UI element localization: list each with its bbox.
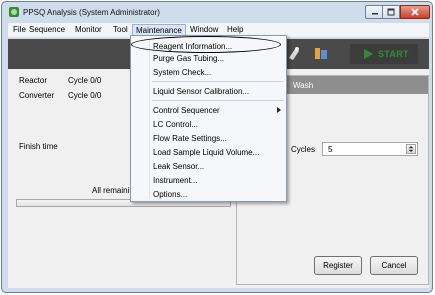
app-icon [9,7,19,17]
start-button[interactable]: START [350,44,418,64]
remaining-label: All remainin [92,186,134,195]
reactor-label: Reactor [19,76,48,85]
menu-file[interactable]: File [13,25,26,34]
menu-sequence[interactable]: Sequence [29,25,65,34]
close-button[interactable] [400,5,430,19]
menu-tool[interactable]: Tool [113,25,128,34]
menu-leak-sensor[interactable]: Leak Sensor... [153,162,204,171]
menu-purge-gas-tubing[interactable]: Purge Gas Tubing... [153,54,224,63]
menu-gutter [149,38,150,199]
close-icon [411,8,419,16]
gas-icon[interactable] [286,45,302,61]
title-bar[interactable]: PPSQ Analysis (System Administrator) [2,2,432,22]
cycles-value: 5 [328,145,333,154]
menu-liquid-sensor-calibration[interactable]: Liquid Sensor Calibration... [153,87,249,96]
cancel-button[interactable]: Cancel [370,256,418,275]
cycles-stepper[interactable] [406,144,416,154]
cycles-label: Cycles [291,145,316,154]
menu-instrument[interactable]: Instrument... [153,176,197,185]
play-icon [364,49,373,59]
converter-label: Converter [19,91,55,100]
menu-window[interactable]: Window [190,25,218,34]
maximize-button[interactable] [382,5,400,19]
menu-separator [152,81,284,82]
reactor-value: Cycle 0/0 [68,76,102,85]
stepper-arrows-icon [408,146,414,152]
minimize-button[interactable] [365,5,383,19]
menu-help[interactable]: Help [227,25,243,34]
menu-monitor[interactable]: Monitor [75,25,102,34]
register-button[interactable]: Register [314,256,362,275]
menu-separator [152,100,284,101]
finish-time-label: Finish time [19,142,58,151]
maintenance-dropdown: Reagent Information... Purge Gas Tubing.… [130,35,287,202]
start-label: START [378,49,409,59]
menu-control-sequencer[interactable]: Control Sequencer [153,106,220,115]
maximize-icon [387,8,395,16]
window-title: PPSQ Analysis (System Administrator) [23,8,160,17]
panel-title: Wash [293,81,314,90]
menu-lc-control[interactable]: LC Control... [153,120,198,129]
menu-system-check[interactable]: System Check... [153,68,211,77]
highlight-oval [131,36,281,53]
converter-value: Cycle 0/0 [68,91,102,100]
menu-flow-rate-settings[interactable]: Flow Rate Settings... [153,134,227,143]
minimize-icon [371,13,378,15]
cycles-spinbox[interactable]: 5 [322,142,418,156]
column-icon[interactable] [313,45,329,61]
menu-load-sample-liquid-volume[interactable]: Load Sample Liquid Volume... [153,148,259,157]
menu-options[interactable]: Options... [153,190,187,199]
submenu-arrow-icon [277,107,281,113]
